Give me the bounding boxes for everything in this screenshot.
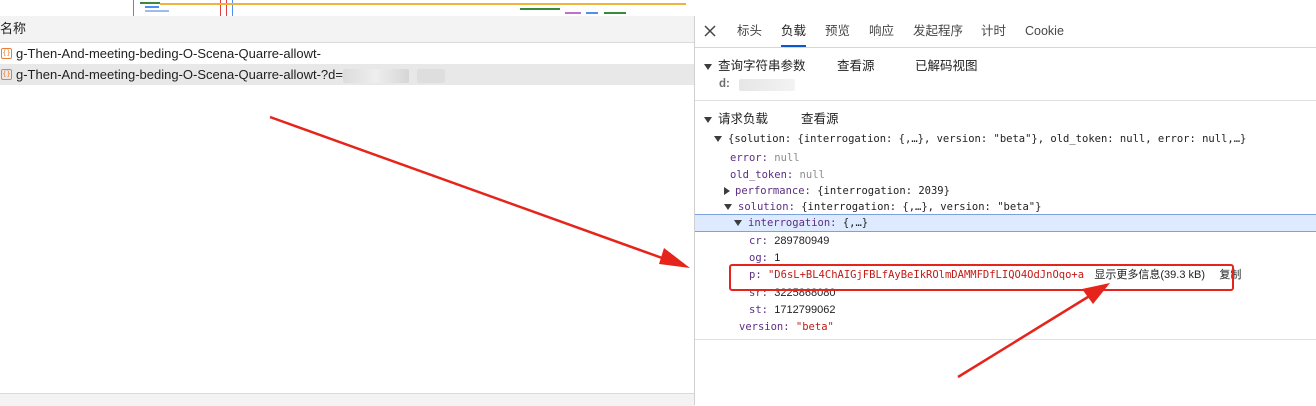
query-params-section-header[interactable]: 查询字符串参数 [704,55,806,74]
tab-headers[interactable]: 标头 [737,16,762,47]
expand-triangle-icon [734,220,742,226]
value-label: null [774,152,800,164]
section-divider [695,100,1316,101]
root-summary: {solution: {interrogation: {,…}, version… [728,133,1247,145]
redacted-text [416,68,445,83]
waterfall-bar [160,3,686,5]
tree-row-interrogation[interactable]: interrogation: {,…} [734,215,868,231]
tree-row-old-token[interactable]: old_token: null [730,167,825,183]
request-row-selected[interactable]: {} g-Then-And-meeting-beding-O-Scena-Quar… [0,64,694,85]
waterfall-bar [145,10,169,12]
waterfall-marker [133,0,134,16]
query-view-source-button[interactable]: 查看源 [837,55,875,74]
request-details-panel: 标头 负载 预览 响应 发起程序 计时 Cookie 查询字符串参数 查看源 已… [695,16,1316,405]
name-column-label: 名称 [0,21,27,36]
request-name: g-Then-And-meeting-beding-O-Scena-Quarre… [16,46,321,61]
key-label: performance: [735,185,811,197]
waterfall-bar [586,12,598,14]
name-column-header[interactable]: 名称 [0,16,694,43]
tab-timing[interactable]: 计时 [981,16,1006,47]
waterfall-bar [145,6,159,8]
collapse-triangle-icon [724,187,730,195]
tab-preview[interactable]: 预览 [825,16,850,47]
payload-root-node[interactable]: {solution: {interrogation: {,…}, version… [714,131,1246,147]
tree-row-error[interactable]: error: null [730,150,800,166]
payload-view-source-button[interactable]: 查看源 [801,108,839,127]
value-label: {interrogation: {,…}, version: "beta"} [801,201,1042,213]
key-label: og: [749,252,768,264]
key-label: st: [749,304,768,316]
request-row[interactable]: {} g-Then-And-meeting-beding-O-Scena-Quar… [0,43,694,64]
query-params-title: 查询字符串参数 [718,59,806,73]
value-label: 1 [774,252,781,264]
query-param-key: d: [719,78,730,90]
tree-row-solution[interactable]: solution: {interrogation: {,…}, version:… [724,199,1041,215]
details-tab-bar: 标头 负载 预览 响应 发起程序 计时 Cookie [695,16,1316,48]
query-view-decoded-button[interactable]: 已解码视图 [915,55,978,74]
value-label: 1712799062 [774,304,836,316]
fetch-request-icon: {} [1,48,12,60]
annotation-highlight-box [729,264,1234,291]
value-label: null [799,169,825,181]
key-label: old_token: [730,169,794,181]
waterfall-bar [140,2,160,4]
fetch-request-icon: {} [1,69,12,81]
key-label: cr: [749,235,768,247]
value-label: {interrogation: 2039} [817,185,950,197]
tree-row-performance[interactable]: performance: {interrogation: 2039} [724,183,950,199]
key-label: version: [739,321,790,333]
key-label: interrogation: [748,217,837,229]
redacted-text [342,68,409,83]
key-label: solution: [738,201,795,213]
payload-section-header[interactable]: 请求负载 [704,108,768,127]
tree-row-version[interactable]: version: "beta" [739,319,834,335]
value-label: {,…} [842,217,869,229]
network-request-list: 名称 {} g-Then-And-meeting-beding-O-Scena-Q… [0,16,695,406]
key-label: error: [730,152,768,164]
tab-cookies[interactable]: Cookie [1025,16,1064,47]
waterfall-bar [520,8,560,10]
tab-initiator[interactable]: 发起程序 [913,16,963,47]
expand-triangle-icon [704,63,712,70]
request-name: g-Then-And-meeting-beding-O-Scena-Quarre… [16,67,343,82]
redacted-text [739,79,795,91]
close-icon[interactable] [701,22,719,40]
waterfall-bar [604,12,626,14]
status-bar [0,393,694,406]
tab-response[interactable]: 响应 [869,16,894,47]
tree-row-cr[interactable]: cr: 289780949 [749,233,829,249]
waterfall-bar [565,12,581,14]
payload-title: 请求负载 [718,112,769,126]
waterfall-timeline[interactable] [0,0,694,17]
value-label: 289780949 [774,235,830,247]
section-divider [695,339,1316,340]
tab-payload[interactable]: 负载 [781,16,807,47]
tree-row-st[interactable]: st: 1712799062 [749,302,835,318]
value-label: "beta" [795,321,834,333]
expand-triangle-icon [714,136,722,142]
expand-triangle-icon [704,116,712,123]
expand-triangle-icon [724,204,732,210]
